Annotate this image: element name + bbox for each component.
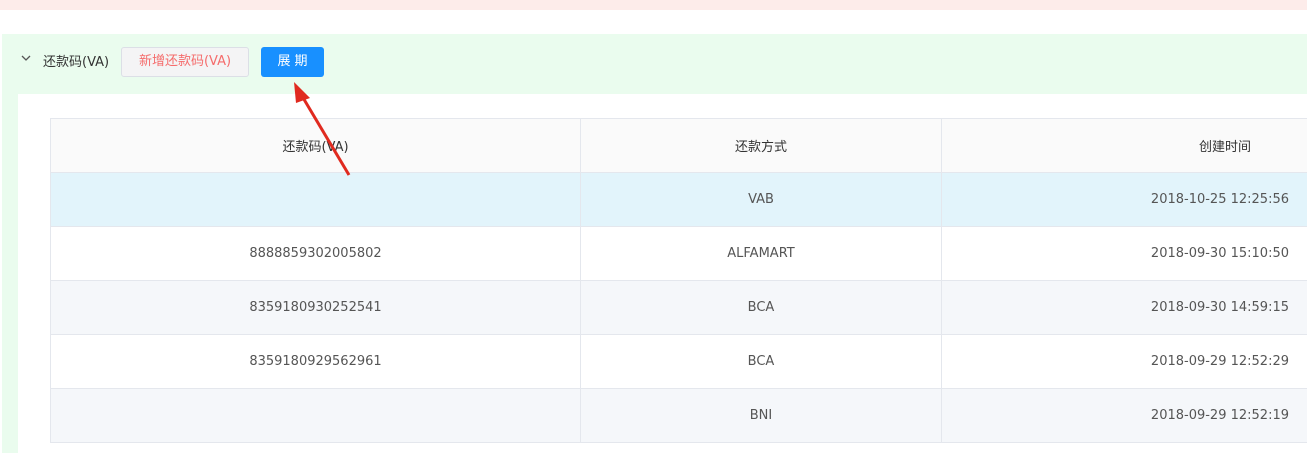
cell-method: BCA xyxy=(580,334,942,389)
table-row[interactable]: BNI 2018-09-29 12:52:19 xyxy=(50,388,1307,443)
va-collapse-panel: 还款码(VA) 新增还款码(VA) 展期 还款码(VA) 还款方式 创建时间 V xyxy=(2,34,1307,453)
cell-va-code: 8888859302005802 xyxy=(50,226,581,281)
column-header-created: 创建时间 xyxy=(941,118,1307,173)
cell-created: 2018-09-29 12:52:19 xyxy=(941,388,1307,443)
table-row[interactable]: 8888859302005802 ALFAMART 2018-09-30 15:… xyxy=(50,226,1307,281)
va-table: 还款码(VA) 还款方式 创建时间 VAB 2018-10-25 12:25:5… xyxy=(50,118,1307,443)
table-row[interactable]: 8359180930252541 BCA 2018-09-30 14:59:15 xyxy=(50,280,1307,335)
chevron-down-icon[interactable] xyxy=(20,52,32,64)
cell-method: BNI xyxy=(580,388,942,443)
cell-va-code: 8359180930252541 xyxy=(50,280,581,335)
cell-created: 2018-09-30 15:10:50 xyxy=(941,226,1307,281)
cell-va-code xyxy=(50,172,581,227)
panel-header[interactable]: 还款码(VA) 新增还款码(VA) 展期 xyxy=(2,34,1307,92)
alert-strip xyxy=(0,0,1307,10)
table-header-row: 还款码(VA) 还款方式 创建时间 xyxy=(50,118,1307,173)
cell-va-code: 8359180929562961 xyxy=(50,334,581,389)
panel-title: 还款码(VA) xyxy=(43,55,110,70)
cell-method: VAB xyxy=(580,172,942,227)
table-row[interactable]: 8359180929562961 BCA 2018-09-29 12:52:29 xyxy=(50,334,1307,389)
cell-va-code xyxy=(50,388,581,443)
cell-created: 2018-09-29 12:52:29 xyxy=(941,334,1307,389)
table-row[interactable]: VAB 2018-10-25 12:25:56 xyxy=(50,172,1307,227)
add-va-button[interactable]: 新增还款码(VA) xyxy=(121,47,249,77)
cell-created: 2018-09-30 14:59:15 xyxy=(941,280,1307,335)
column-header-va-code: 还款码(VA) xyxy=(50,118,581,173)
panel-body: 还款码(VA) 还款方式 创建时间 VAB 2018-10-25 12:25:5… xyxy=(18,94,1307,453)
extend-button[interactable]: 展期 xyxy=(261,47,324,77)
cell-method: BCA xyxy=(580,280,942,335)
cell-method: ALFAMART xyxy=(580,226,942,281)
cell-created: 2018-10-25 12:25:56 xyxy=(941,172,1307,227)
column-header-method: 还款方式 xyxy=(580,118,942,173)
